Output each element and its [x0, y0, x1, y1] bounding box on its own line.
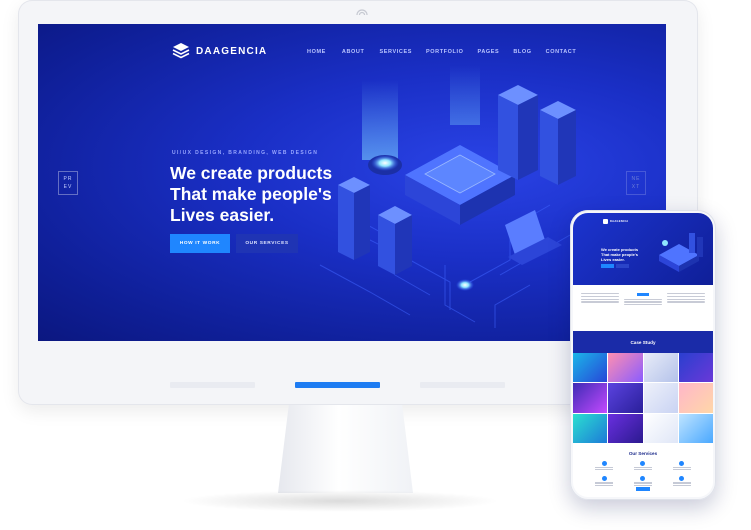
mobile-secondary-button[interactable] [616, 264, 629, 268]
case-study-tile[interactable] [643, 383, 678, 413]
mobile-hero-headline: We create products That make people's Li… [601, 247, 643, 262]
case-study-tile[interactable] [678, 413, 713, 443]
how-it-work-button[interactable]: HOW IT WORK [170, 234, 230, 253]
main-nav: HOME ABOUT SERVICES PORTFOLIO PAGES BLOG… [307, 49, 576, 55]
logo-icon [172, 43, 190, 59]
stand-shadow [180, 490, 500, 512]
monitor-chin-center [295, 382, 380, 388]
mobile-screen: DAAGENCIA We create products That make p… [573, 213, 713, 497]
case-study-tile[interactable] [643, 413, 678, 443]
nav-home[interactable]: HOME [307, 49, 326, 55]
mobile-hero: DAAGENCIA We create products That make p… [573, 213, 713, 285]
monitor-chin-left [170, 382, 255, 388]
nav-about[interactable]: ABOUT [342, 49, 365, 55]
mobile-feature-columns [573, 293, 713, 329]
mobile-feature-col [581, 293, 620, 329]
case-study-tile[interactable] [608, 383, 643, 413]
mobile-case-study-grid [573, 353, 713, 443]
prev-label-top: PR [63, 176, 73, 182]
mobile-hero-illustration [659, 233, 703, 272]
next-label-top: NE [631, 176, 641, 182]
our-services-button[interactable]: OUR SERVICES [236, 234, 298, 253]
mobile-logo[interactable]: DAAGENCIA [603, 219, 628, 224]
camera-icon [356, 8, 368, 16]
service-item[interactable] [624, 476, 663, 486]
nav-services[interactable]: SERVICES [379, 49, 412, 55]
case-study-tile[interactable] [678, 383, 713, 413]
mobile-brand-name: DAAGENCIA [610, 220, 629, 223]
mobile-hero-line-3: Lives easier. [601, 257, 625, 262]
prev-label-bottom: EV [63, 184, 73, 190]
mobile-feature-col [623, 293, 662, 329]
nav-contact[interactable]: CONTACT [546, 49, 577, 55]
nav-blog[interactable]: BLOG [513, 49, 531, 55]
service-item[interactable] [624, 461, 663, 471]
next-slide-button[interactable]: NE XT [626, 171, 646, 195]
next-label-bottom: XT [631, 184, 641, 190]
case-study-tile[interactable] [678, 353, 713, 383]
monitor-stand [278, 405, 413, 493]
mobile-services-grid [585, 461, 701, 486]
brand-logo[interactable]: DAAGENCIA [172, 42, 267, 60]
monitor-chin-right [420, 382, 505, 388]
hero-tagline: UI/UX DESIGN, BRANDING, WEB DESIGN [172, 150, 319, 156]
nav-portfolio[interactable]: PORTFOLIO [426, 49, 463, 55]
case-study-tile[interactable] [573, 413, 608, 443]
mobile-services-button[interactable] [636, 487, 650, 491]
case-study-tile[interactable] [608, 413, 643, 443]
mobile-logo-icon [603, 219, 608, 224]
case-study-tile[interactable] [573, 383, 608, 413]
brand-name: DAAGENCIA [196, 45, 268, 57]
service-item[interactable] [662, 461, 701, 471]
mobile-device: DAAGENCIA We create products That make p… [570, 210, 716, 500]
service-item[interactable] [662, 476, 701, 486]
mockup-stage: DAAGENCIA HOME ABOUT SERVICES PORTFOLIO … [0, 0, 751, 530]
service-item[interactable] [585, 461, 624, 471]
mobile-feature-col [666, 293, 705, 329]
case-study-tile[interactable] [643, 353, 678, 383]
nav-pages[interactable]: PAGES [477, 49, 499, 55]
mobile-primary-button[interactable] [601, 264, 614, 268]
prev-slide-button[interactable]: PR EV [58, 171, 78, 195]
hero-illustration [319, 65, 576, 328]
mobile-services-title: Our Services [628, 451, 658, 456]
mobile-case-study-title: Case Study [630, 339, 656, 345]
mobile-case-study-bar: Case Study [573, 331, 713, 353]
case-study-tile[interactable] [573, 353, 608, 383]
case-study-tile[interactable] [608, 353, 643, 383]
service-item[interactable] [585, 476, 624, 486]
